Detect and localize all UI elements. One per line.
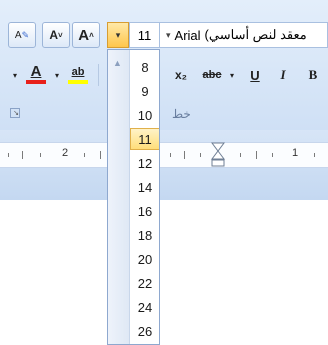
font-size-option[interactable]: 24 xyxy=(130,296,159,318)
italic-button[interactable]: I xyxy=(272,62,294,88)
separator xyxy=(98,64,99,86)
strikethrough-button[interactable]: abc xyxy=(198,62,226,88)
ruler-tick xyxy=(240,153,241,157)
chevron-down-icon: ▾ xyxy=(115,29,121,40)
clear-formatting-icon: A✎ xyxy=(14,29,30,41)
underline-icon: U xyxy=(250,67,260,83)
font-size-option-selected[interactable]: 11 xyxy=(130,128,159,150)
font-color-swatch xyxy=(26,80,46,84)
ruler-tick xyxy=(40,153,41,157)
font-size-dropdown[interactable]: ▲ 8 9 10 11 12 14 16 18 20 22 24 26 xyxy=(107,49,160,345)
font-name-combo[interactable]: ▾ Arial معقد لنص أساسي) xyxy=(160,22,328,48)
font-size-option[interactable]: 26 xyxy=(130,320,159,342)
highlight-arrow[interactable]: ▾ xyxy=(52,62,62,88)
underline-button[interactable]: U xyxy=(244,62,266,88)
font-size-option[interactable]: 10 xyxy=(130,104,159,126)
ruler[interactable]: 2 1 xyxy=(0,142,328,168)
font-name-suffix: معقد لنص أساسي) xyxy=(204,27,307,42)
font-group-label: خط xyxy=(172,107,191,121)
highlight-swatch xyxy=(68,80,88,84)
font-size-option[interactable]: 16 xyxy=(130,200,159,222)
subscript-button[interactable]: x₂ xyxy=(170,62,192,88)
document-area[interactable] xyxy=(0,200,328,345)
grow-font-button[interactable]: A ˄ xyxy=(72,22,100,48)
subscript-icon: x₂ xyxy=(174,68,187,82)
strikethrough-arrow[interactable]: ▾ xyxy=(227,62,237,88)
bold-button[interactable]: B xyxy=(302,62,324,88)
font-color-button[interactable]: A xyxy=(22,60,50,88)
font-size-option[interactable]: 8 xyxy=(130,56,159,78)
font-color-arrow[interactable]: ▾ xyxy=(10,62,20,88)
strikethrough-icon: abc xyxy=(202,69,222,81)
ruler-tick xyxy=(272,153,273,157)
font-name-value: Arial xyxy=(174,27,201,43)
dropdown-scrollbar[interactable]: ▲ xyxy=(108,50,130,344)
ruler-tick xyxy=(84,153,85,157)
scroll-up-icon[interactable]: ▲ xyxy=(113,58,122,68)
ruler-tick xyxy=(256,151,257,159)
indent-marker-icon[interactable] xyxy=(211,142,225,168)
font-size-dropdown-button[interactable]: ▾ xyxy=(107,22,129,48)
ruler-tick xyxy=(170,153,171,157)
clear-formatting-button[interactable]: A✎ xyxy=(8,22,36,48)
bold-icon: B xyxy=(308,67,318,82)
ruler-tick xyxy=(314,153,315,157)
ruler-tick xyxy=(100,151,101,159)
font-name-arrow-icon: ▾ xyxy=(166,29,171,40)
ruler-number: 1 xyxy=(292,147,299,159)
dialog-launcher-icon[interactable]: ↘ xyxy=(10,108,20,118)
highlight-button[interactable]: ab xyxy=(64,60,92,88)
font-size-option[interactable]: 14 xyxy=(130,176,159,198)
italic-icon: I xyxy=(280,67,286,82)
font-size-option[interactable]: 20 xyxy=(130,248,159,270)
font-size-option[interactable]: 9 xyxy=(130,80,159,102)
ruler-number: 2 xyxy=(62,147,69,159)
ruler-tick xyxy=(184,151,185,159)
font-size-input[interactable]: 11 xyxy=(129,22,160,48)
font-size-option[interactable]: 22 xyxy=(130,272,159,294)
highlighter-icon: ab xyxy=(71,66,85,78)
font-size-option[interactable]: 18 xyxy=(130,224,159,246)
shrink-font-icon: A xyxy=(49,28,58,42)
font-color-icon: A xyxy=(30,63,42,80)
ruler-tick xyxy=(200,153,201,157)
ruler-tick xyxy=(22,151,23,159)
grow-font-icon: A xyxy=(78,26,90,44)
font-size-option[interactable]: 12 xyxy=(130,152,159,174)
ruler-tick xyxy=(8,153,9,157)
shrink-font-button[interactable]: A ˅ xyxy=(42,22,70,48)
